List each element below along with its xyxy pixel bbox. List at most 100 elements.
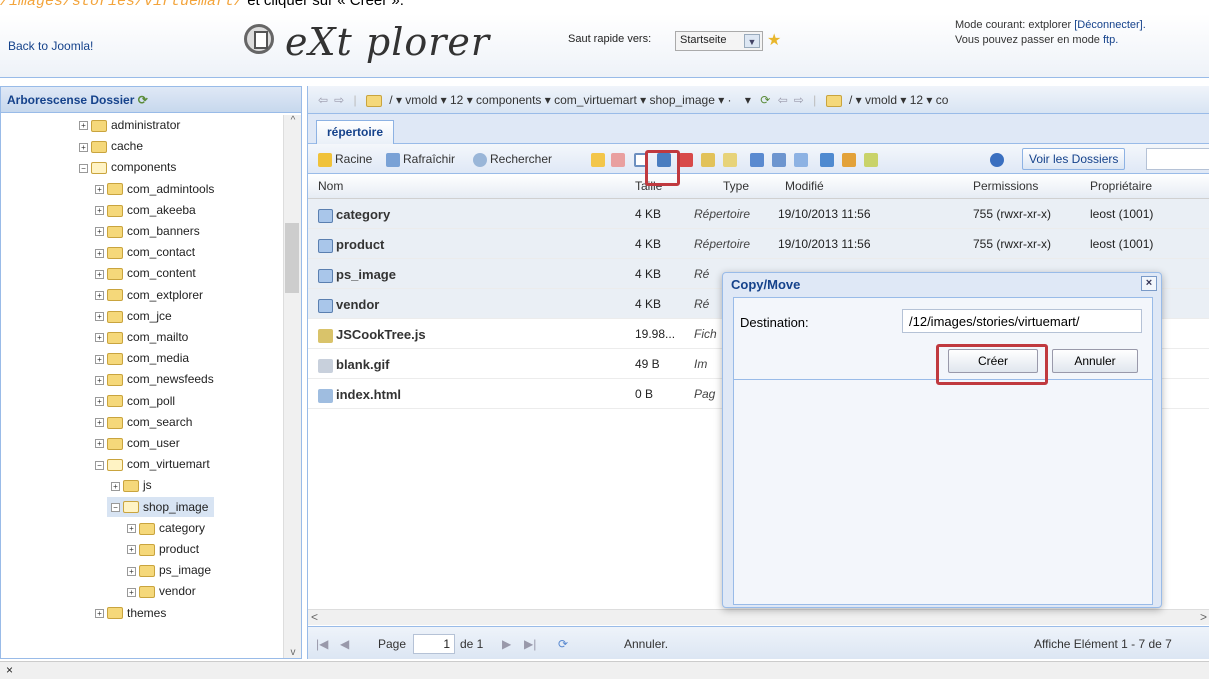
expand-icon[interactable]: + [95, 439, 104, 449]
close-icon[interactable]: × [6, 663, 13, 677]
create-button[interactable]: Créer [948, 349, 1038, 373]
tree-item[interactable]: + administrator [79, 115, 180, 135]
move-icon[interactable] [657, 152, 674, 167]
tree-item[interactable]: + com_akeeba [95, 200, 196, 220]
tree-item[interactable]: + ps_image [127, 560, 211, 580]
expand-icon[interactable]: + [95, 227, 104, 237]
tree-item[interactable]: − components [79, 157, 176, 177]
scroll-up-icon[interactable]: ^ [284, 115, 302, 126]
file-name-cell[interactable]: index.html [318, 387, 401, 403]
root-button[interactable]: Racine [318, 152, 372, 167]
back-arrow-icon[interactable]: ⇦ [318, 93, 328, 107]
collapse-icon[interactable]: − [95, 460, 104, 470]
rename-icon[interactable] [701, 152, 718, 167]
tree-item[interactable]: + com_contact [95, 242, 195, 262]
tree-item[interactable]: − shop_image [107, 496, 215, 517]
scroll-left-icon[interactable]: < [311, 610, 318, 624]
expand-icon[interactable]: + [79, 142, 88, 152]
search-button[interactable]: Rechercher [473, 152, 552, 167]
close-icon[interactable]: × [1141, 276, 1157, 291]
tree-item[interactable]: + cache [79, 136, 143, 156]
tree-item[interactable]: + product [127, 539, 199, 559]
collapse-icon[interactable]: − [111, 502, 120, 512]
tree-item[interactable]: + com_content [95, 263, 196, 283]
back-arrow-icon[interactable]: ⇦ [778, 93, 788, 107]
tree-item[interactable]: + com_banners [95, 221, 200, 241]
cancel-button[interactable]: Annuler [1052, 349, 1138, 373]
forward-arrow-icon[interactable]: ⇨ [334, 93, 344, 107]
tab-repertoire[interactable]: répertoire [316, 120, 395, 144]
new-file-icon[interactable] [591, 152, 608, 167]
tree-item[interactable]: + com_search [95, 412, 192, 432]
tree-item[interactable]: + com_jce [95, 306, 172, 326]
show-dirs-button[interactable]: Voir les Dossiers [1022, 148, 1126, 170]
archive-icon[interactable] [842, 152, 859, 167]
tree-scrollbar[interactable]: ^ v [283, 115, 301, 658]
file-name-cell[interactable]: JSCookTree.js [318, 327, 426, 343]
location-path[interactable]: / ▾ vmold ▾ 12 ▾ components ▾ com_virtue… [389, 93, 731, 107]
tree-item[interactable]: + vendor [127, 581, 196, 601]
expand-icon[interactable]: + [127, 545, 136, 555]
help-icon[interactable] [990, 152, 1007, 167]
expand-icon[interactable]: + [95, 269, 104, 279]
edit-icon[interactable] [611, 152, 628, 167]
expand-icon[interactable]: + [95, 333, 104, 343]
expand-icon[interactable]: + [127, 587, 136, 597]
expand-icon[interactable]: + [95, 418, 104, 428]
tree-scrollbar-thumb[interactable] [285, 223, 299, 293]
file-name-cell[interactable]: ps_image [318, 267, 396, 283]
last-page-icon[interactable]: ▶| [524, 637, 536, 651]
toolbar-filter-input[interactable] [1146, 148, 1209, 170]
scroll-down-icon[interactable]: v [284, 647, 302, 658]
expand-icon[interactable]: + [95, 312, 104, 322]
tree-item[interactable]: + com_poll [95, 391, 175, 411]
download-icon[interactable] [794, 152, 811, 167]
expand-icon[interactable]: + [79, 121, 88, 131]
tree-item[interactable]: + com_mailto [95, 327, 188, 347]
reload-icon[interactable]: ⟳ [760, 93, 770, 107]
refresh-tree-icon[interactable]: ⟳ [138, 93, 148, 107]
expand-icon[interactable]: + [95, 248, 104, 258]
table-row[interactable]: category 4 KB Répertoire 19/10/2013 11:56 75… [308, 199, 1209, 229]
copy-icon[interactable] [634, 152, 651, 167]
expand-icon[interactable]: + [127, 524, 136, 534]
edit-view-icon[interactable] [772, 152, 789, 167]
col-size[interactable]: Taille [635, 179, 662, 193]
location-dropdown-icon[interactable]: ▾ [745, 93, 751, 107]
chevron-down-icon[interactable]: ▼ [744, 34, 760, 48]
expand-icon[interactable]: + [95, 375, 104, 385]
col-modified[interactable]: Modifié [785, 179, 824, 193]
expand-icon[interactable]: + [95, 354, 104, 364]
refresh-icon[interactable]: ⟳ [558, 637, 568, 651]
col-owner[interactable]: Propriétaire [1090, 179, 1152, 193]
tree-item[interactable]: + js [111, 475, 152, 495]
collapse-icon[interactable]: − [79, 163, 88, 173]
tree-item[interactable]: + com_media [95, 348, 189, 368]
ftp-link[interactable]: ftp. [1103, 34, 1118, 46]
forward-arrow-icon[interactable]: ⇨ [794, 93, 804, 107]
first-page-icon[interactable]: |◀ [316, 637, 328, 651]
delete-icon[interactable] [679, 152, 696, 167]
quick-jump-select[interactable]: Startseite ▼ [675, 31, 763, 51]
expand-icon[interactable]: + [111, 481, 120, 491]
scroll-right-icon[interactable]: > [1200, 610, 1207, 624]
expand-icon[interactable]: + [127, 566, 136, 576]
tree-item[interactable]: + category [127, 518, 205, 538]
expand-icon[interactable]: + [95, 206, 104, 216]
pager-cancel[interactable]: Annuler. [624, 637, 668, 651]
bookmark-star-icon[interactable]: ★ [767, 30, 781, 50]
table-row[interactable]: product 4 KB Répertoire 19/10/2013 11:56 755… [308, 229, 1209, 259]
extract-icon[interactable] [864, 152, 881, 167]
back-to-joomla-link[interactable]: Back to Joomla! [8, 39, 93, 53]
col-name[interactable]: Nom [318, 179, 343, 193]
destination-input[interactable] [902, 309, 1142, 333]
tree-item[interactable]: + com_user [95, 433, 180, 453]
next-page-icon[interactable]: ▶ [502, 637, 511, 651]
file-name-cell[interactable]: product [318, 237, 384, 253]
refresh-button[interactable]: Rafraîchir [386, 152, 455, 167]
tree-item[interactable]: + com_extplorer [95, 285, 203, 305]
expand-icon[interactable]: + [95, 290, 104, 300]
upload-icon[interactable] [820, 152, 837, 167]
location-path-2[interactable]: / ▾ vmold ▾ 12 ▾ co [849, 93, 948, 107]
view-icon[interactable] [750, 152, 767, 167]
